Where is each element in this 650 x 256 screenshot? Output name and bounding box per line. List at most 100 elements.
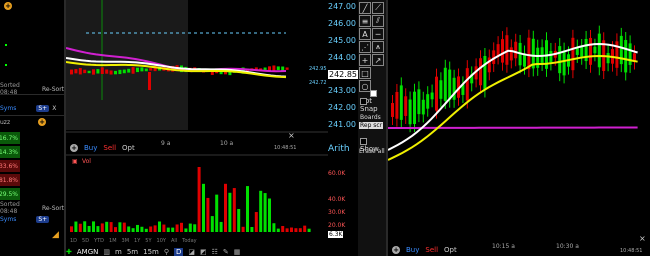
line-tool-icon[interactable]: ╱ (359, 2, 371, 14)
s-plus-button[interactable]: S+ (36, 215, 50, 223)
candle (109, 70, 113, 75)
orange-circle-icon[interactable]: + (4, 2, 12, 10)
erase-all-button[interactable]: Erase all (359, 148, 385, 155)
timeframe-button[interactable]: All (171, 238, 177, 244)
resort-button[interactable]: Re-Sort (42, 86, 64, 93)
snap-label: Snap (360, 105, 378, 113)
rep-scr-button[interactable]: Rep scr (359, 122, 384, 129)
tool-icon[interactable]: ▦ (234, 248, 241, 256)
right-chart-svg[interactable] (388, 0, 650, 256)
volume-bar (127, 226, 131, 232)
current-price-tag: 242.85 (328, 70, 358, 79)
hline-tool-icon[interactable]: ─ (372, 28, 384, 40)
candle (404, 96, 408, 116)
syms-label[interactable]: Syms (0, 105, 16, 112)
interval-button[interactable]: 5m (127, 248, 138, 256)
tool-icon[interactable]: ◩ (200, 248, 207, 256)
volume-bar (276, 228, 280, 232)
timeframe-button[interactable]: 5D (82, 238, 89, 244)
indicator-icon[interactable]: ⚲ (164, 248, 169, 256)
volume-bar (140, 226, 144, 232)
sell-button[interactable]: Sell (103, 144, 116, 152)
moving-average-line (388, 126, 638, 129)
pitchfork-tool-icon[interactable]: ⩚ (372, 41, 384, 53)
center-price-chart[interactable]: + Buy Sell Opt 9 a 10 a 10:48:51 × Vol ▣… (66, 0, 358, 256)
arrow-tool-icon[interactable]: ↗ (372, 54, 384, 66)
buy-button[interactable]: Buy (406, 246, 419, 254)
timeframe-button[interactable]: YTD (94, 238, 104, 244)
volume-bar (241, 226, 245, 232)
gann-tool-icon[interactable]: ⋰ (359, 41, 371, 53)
tool-icon[interactable]: ☷ (212, 248, 218, 256)
resize-corner-icon[interactable]: ◢ (52, 230, 59, 240)
add-icon[interactable]: ✚ (66, 248, 72, 256)
candle (395, 91, 399, 119)
volume-bar (202, 183, 205, 232)
candle (452, 77, 456, 100)
volume-bar (303, 225, 307, 232)
timeframe-button[interactable]: 1Y (134, 238, 140, 244)
price-volume-svg[interactable] (66, 0, 358, 256)
timeframe-button[interactable]: Today (182, 238, 196, 244)
candle (619, 35, 623, 65)
volume-bar (70, 226, 73, 232)
volume-bar (122, 222, 126, 232)
timeframe-button[interactable]: 10Y (157, 238, 166, 244)
rpt-checkbox[interactable] (370, 89, 377, 97)
volume-bar (272, 223, 276, 232)
text-tool-icon[interactable]: A (359, 28, 371, 40)
draw-icon[interactable]: D (173, 248, 184, 256)
volume-bar (171, 227, 175, 232)
symbol-bar: ✚ AMGN ▥ m 5m 15m ⚲ D ◪ ◩ ☷ ✎ ▦ (66, 248, 358, 256)
boards-button[interactable]: Boards (360, 114, 381, 121)
opt-button[interactable]: Opt (122, 144, 135, 152)
sorted-label: Sorted 08:48 (0, 201, 20, 215)
timeframe-button[interactable]: 1M (109, 238, 117, 244)
volume-bar (263, 193, 267, 232)
volume-bar (153, 225, 157, 232)
volume-bar (246, 186, 249, 232)
interval-button[interactable]: m (115, 248, 122, 256)
sell-button[interactable]: Sell (425, 246, 438, 254)
orange-circle-icon[interactable]: + (392, 246, 400, 254)
channel-tool-icon[interactable]: ⫽ (372, 15, 384, 27)
timeframe-button[interactable]: 1D (70, 238, 77, 244)
close-icon[interactable]: × (639, 234, 646, 243)
fib-tool-icon[interactable]: ≡ (359, 15, 371, 27)
drawing-tool-panel: ╱ ⟋ ≡ ⫽ A ─ ⋰ ⩚ + ↗ □ ○ Rpt Snap Boards … (358, 0, 386, 256)
close-icon[interactable]: X (52, 105, 56, 112)
timeframe-button[interactable]: 3M (122, 238, 130, 244)
candle (514, 41, 518, 59)
snap-checkbox[interactable] (360, 97, 367, 105)
arith-button[interactable]: Arith (328, 144, 350, 154)
volume-bar (175, 224, 179, 232)
x-tick: 10 a (220, 140, 234, 147)
close-icon[interactable]: × (288, 131, 295, 140)
candle (74, 69, 78, 74)
buy-button[interactable]: Buy (84, 144, 97, 152)
volume-bar (307, 228, 311, 232)
candle (483, 56, 487, 90)
interval-button[interactable]: 15m (143, 248, 159, 256)
cross-tool-icon[interactable]: + (359, 54, 371, 66)
candle (501, 39, 504, 63)
pct-value: 29.5% (0, 188, 20, 200)
symbol-input[interactable]: AMGN (77, 248, 99, 256)
rect-tool-icon[interactable]: □ (359, 67, 371, 79)
syms-label[interactable]: Syms (0, 216, 16, 223)
s-plus-button[interactable]: S+ (36, 104, 50, 112)
candle (78, 68, 82, 75)
timeframe-button[interactable]: 5Y (145, 238, 151, 244)
chart-type-icon[interactable]: ▥ (103, 248, 110, 256)
ray-tool-icon[interactable]: ⟋ (372, 2, 384, 14)
show-checkbox[interactable] (360, 137, 367, 145)
opt-button[interactable]: Opt (444, 246, 457, 254)
orange-circle-icon[interactable]: + (38, 118, 47, 126)
tool-icon[interactable]: ✎ (223, 248, 229, 256)
tool-icon[interactable]: ◪ (188, 248, 195, 256)
timestamp: 10:48:51 (620, 248, 643, 254)
price-tick: 244.00 (328, 53, 356, 62)
right-price-chart[interactable]: + Buy Sell Opt 10:15 a 10:30 a 10:48:51 … (388, 0, 650, 256)
resort-button[interactable]: Re-Sort (42, 205, 64, 212)
orange-circle-icon[interactable]: + (70, 144, 78, 152)
